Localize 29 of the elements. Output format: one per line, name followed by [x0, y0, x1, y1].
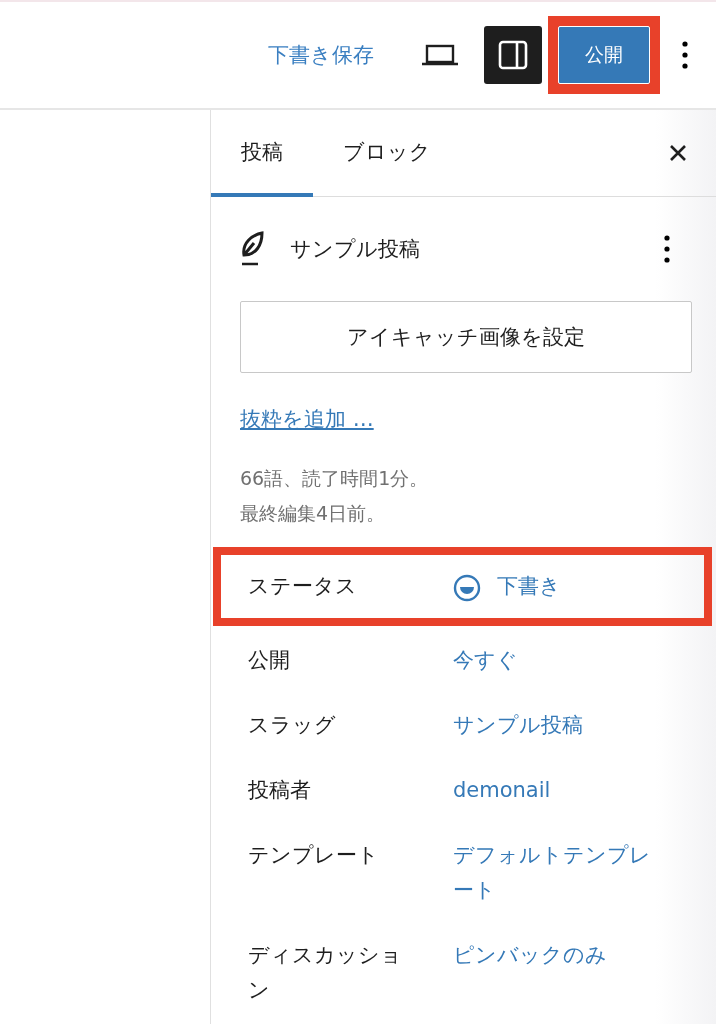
laptop-icon[interactable]	[422, 44, 458, 66]
close-icon[interactable]	[668, 143, 688, 163]
save-draft-button[interactable]: 下書き保存	[268, 41, 374, 69]
add-excerpt-link[interactable]: 抜粋を追加 …	[240, 405, 374, 433]
more-options-icon[interactable]	[664, 235, 670, 263]
post-title: サンプル投稿	[290, 236, 420, 263]
publish-button[interactable]: 公開	[558, 26, 650, 84]
field-value-link[interactable]: デフォルトテンプレート	[453, 838, 668, 908]
field-label: ディスカッション	[248, 942, 403, 1004]
sidebar-tab[interactable]: 投稿	[211, 110, 313, 197]
feather-icon	[240, 231, 264, 267]
more-options-icon[interactable]	[682, 41, 688, 69]
field-value-link[interactable]: 下書き	[497, 569, 561, 604]
draft-status-icon	[453, 574, 481, 602]
post-info-text: 最終編集4日前。	[240, 501, 387, 526]
field-label: スラッグ	[248, 712, 337, 739]
field-value-link[interactable]: サンプル投稿	[453, 708, 583, 743]
field-value-link[interactable]: 今すぐ	[453, 643, 518, 678]
sidebar-toggle-button[interactable]	[484, 26, 542, 84]
sidebar-icon	[498, 40, 528, 70]
sidebar-tab[interactable]: ブロック	[313, 110, 461, 197]
field-label: 投稿者	[248, 777, 312, 804]
field-value-link[interactable]: demonail	[453, 773, 551, 808]
field-label: テンプレート	[248, 842, 380, 869]
field-label: 公開	[248, 647, 291, 674]
field-value-link[interactable]: ピンバックのみ	[453, 938, 607, 973]
featured-image-button[interactable]: アイキャッチ画像を設定	[240, 301, 692, 373]
post-info-text: 66語、読了時間1分。	[240, 466, 430, 491]
field-label: ステータス	[248, 573, 358, 600]
